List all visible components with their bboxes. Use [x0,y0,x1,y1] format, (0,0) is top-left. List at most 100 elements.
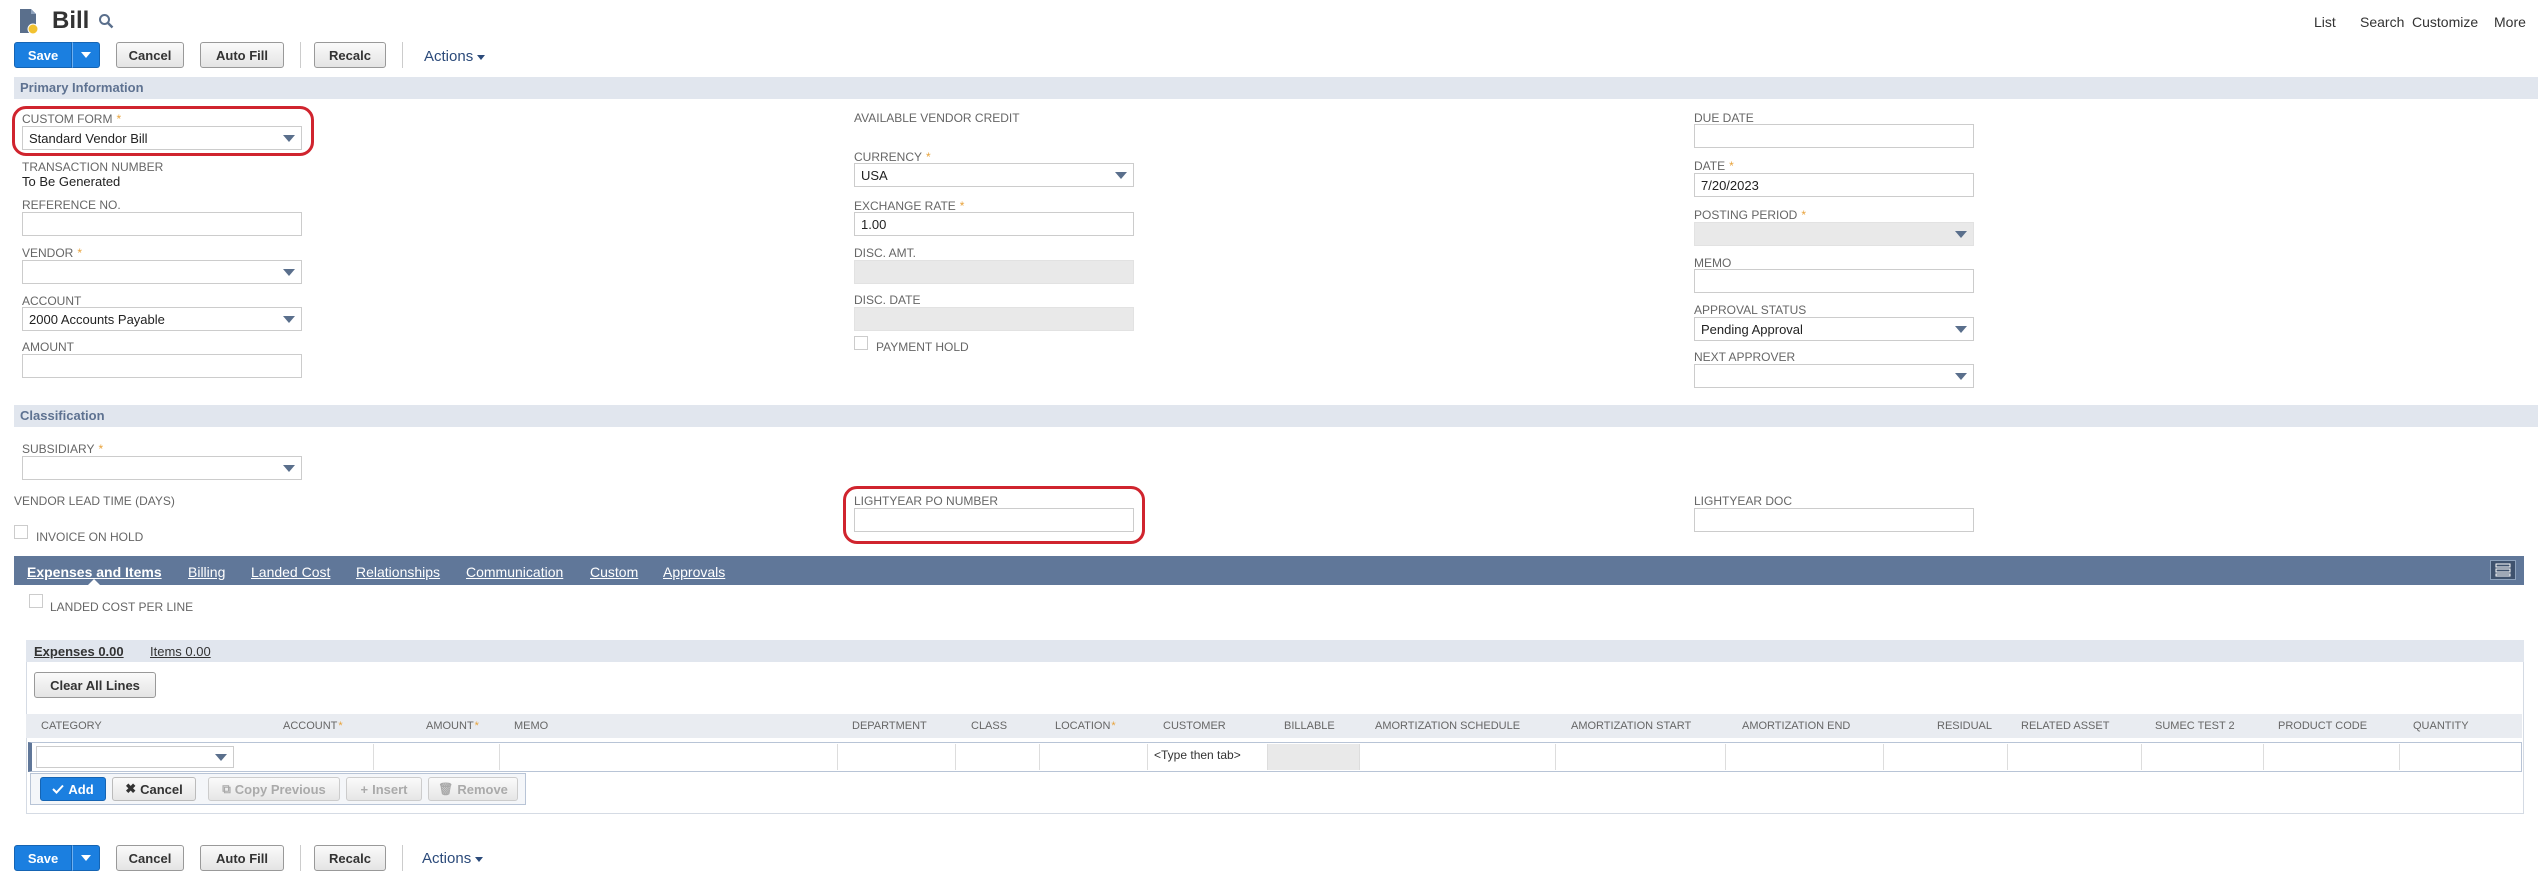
landed-cost-per-line-checkbox[interactable] [29,594,43,608]
column-header: SUMEC TEST 2 [2155,720,2235,732]
amount-input[interactable] [22,354,302,378]
clear-all-lines-button[interactable]: Clear All Lines [34,672,156,698]
column-header: DEPARTMENT [852,720,927,732]
column-header: CATEGORY [41,720,102,732]
quantity-cell[interactable] [2400,744,2520,770]
insert-button[interactable]: + Insert [346,777,422,801]
due-date-label: DUE DATE [1694,111,1754,125]
amount-cell[interactable] [374,744,500,770]
vendor-select[interactable] [22,260,302,284]
posting-period-label: POSTING PERIOD * [1694,208,1807,222]
column-header: MEMO [514,720,549,732]
list-link[interactable]: List [2314,14,2336,30]
customize-link[interactable]: Customize [2412,14,2478,30]
amortization-end-cell[interactable] [1726,744,1884,770]
related-asset-cell[interactable] [2008,744,2142,770]
tab-communication[interactable]: Communication [466,564,563,580]
toolbar-divider [300,845,301,871]
date-input[interactable]: 7/20/2023 [1694,173,1974,197]
actions-menu-bottom[interactable]: Actions [422,850,484,867]
payment-hold-label: PAYMENT HOLD [876,340,969,354]
save-dropdown-button[interactable] [72,42,100,68]
exchange-rate-input[interactable]: 1.00 [854,212,1134,236]
reference-no-input[interactable] [22,212,302,236]
caret-down-icon [81,52,91,58]
memo-label: MEMO [1694,256,1732,270]
account-select[interactable]: 2000 Accounts Payable [22,307,302,331]
posting-period-select[interactable] [1694,222,1974,246]
more-link[interactable]: More [2494,14,2526,30]
lightyear-doc-label: LIGHTYEAR DOC [1694,494,1793,508]
chevron-down-icon [283,465,295,472]
recalc-button[interactable]: Recalc [314,42,386,68]
billable-cell[interactable] [1268,744,1360,770]
product-code-cell[interactable] [2264,744,2400,770]
inner-tab-bar [26,640,2524,662]
currency-select[interactable]: USA [854,163,1134,187]
class-cell[interactable] [956,744,1040,770]
column-header: LOCATION* [1055,720,1116,732]
search-link[interactable]: Search [2360,14,2404,30]
cancel-line-button[interactable]: ✖ Cancel [112,777,196,801]
memo-input[interactable] [1694,269,1974,293]
department-cell[interactable] [838,744,956,770]
add-line-button[interactable]: Add [40,777,106,801]
caret-down-icon [81,855,91,861]
amortization-start-cell[interactable] [1556,744,1726,770]
trash-icon: 🗑 [438,782,454,796]
column-header: ACCOUNT* [283,720,343,732]
invoice-on-hold-checkbox[interactable] [14,525,28,539]
tab-landed-cost[interactable]: Landed Cost [251,564,330,580]
customer-cell[interactable]: <Type then tab> [1148,744,1268,770]
column-header: AMORTIZATION END [1742,720,1851,732]
tab-layout-toggle-icon[interactable] [2490,560,2516,580]
next-approver-select[interactable] [1694,364,1974,388]
lightyear-doc-input[interactable] [1694,508,1974,532]
record-type-icon [18,8,39,35]
category-select[interactable] [36,746,234,768]
copy-previous-button[interactable]: ⧉ Copy Previous [208,777,340,801]
cancel-button[interactable]: Cancel [116,42,184,68]
column-header: QUANTITY [2413,720,2469,732]
classification-header[interactable]: Classification [14,405,2538,427]
highlight-ring [12,106,314,156]
auto-fill-button-bottom[interactable]: Auto Fill [200,845,284,871]
transaction-number-value: To Be Generated [22,174,121,189]
tab-expenses-and-items[interactable]: Expenses and Items [27,564,162,580]
tab-relationships[interactable]: Relationships [356,564,440,580]
payment-hold-checkbox[interactable] [854,336,868,350]
approval-status-select[interactable]: Pending Approval [1694,317,1974,341]
save-button[interactable]: Save [14,42,72,68]
save-button-bottom[interactable]: Save [14,845,72,871]
amortization-schedule-cell[interactable] [1360,744,1556,770]
remove-button[interactable]: 🗑 Remove [428,777,518,801]
cancel-button-bottom[interactable]: Cancel [116,845,184,871]
auto-fill-button[interactable]: Auto Fill [200,42,284,68]
due-date-input[interactable] [1694,124,1974,148]
actions-menu[interactable]: Actions [424,48,486,65]
tab-custom[interactable]: Custom [590,564,638,580]
sumec-test-2-cell[interactable] [2142,744,2264,770]
tab-billing[interactable]: Billing [188,564,225,580]
currency-label: CURRENCY * [854,150,931,164]
disc-date-input [854,307,1134,331]
chevron-down-icon [1955,326,1967,333]
location-cell[interactable] [1040,744,1148,770]
account-cell[interactable] [266,744,374,770]
close-icon: ✖ [125,781,137,796]
recalc-button-bottom[interactable]: Recalc [314,845,386,871]
tab-items[interactable]: Items 0.00 [150,644,211,659]
amount-label: AMOUNT [22,340,74,354]
primary-information-header[interactable]: Primary Information [14,77,2538,99]
save-dropdown-button-bottom[interactable] [72,845,100,871]
search-icon[interactable] [98,13,114,29]
available-vendor-credit-label: AVAILABLE VENDOR CREDIT [854,111,1020,125]
column-header: CUSTOMER [1163,720,1226,732]
chevron-down-icon [1955,231,1967,238]
tab-approvals[interactable]: Approvals [663,564,725,580]
subsidiary-select[interactable] [22,456,302,480]
tab-expenses[interactable]: Expenses 0.00 [34,644,124,659]
residual-cell[interactable] [1884,744,2008,770]
memo-cell[interactable] [500,744,838,770]
caret-down-icon [477,54,486,60]
